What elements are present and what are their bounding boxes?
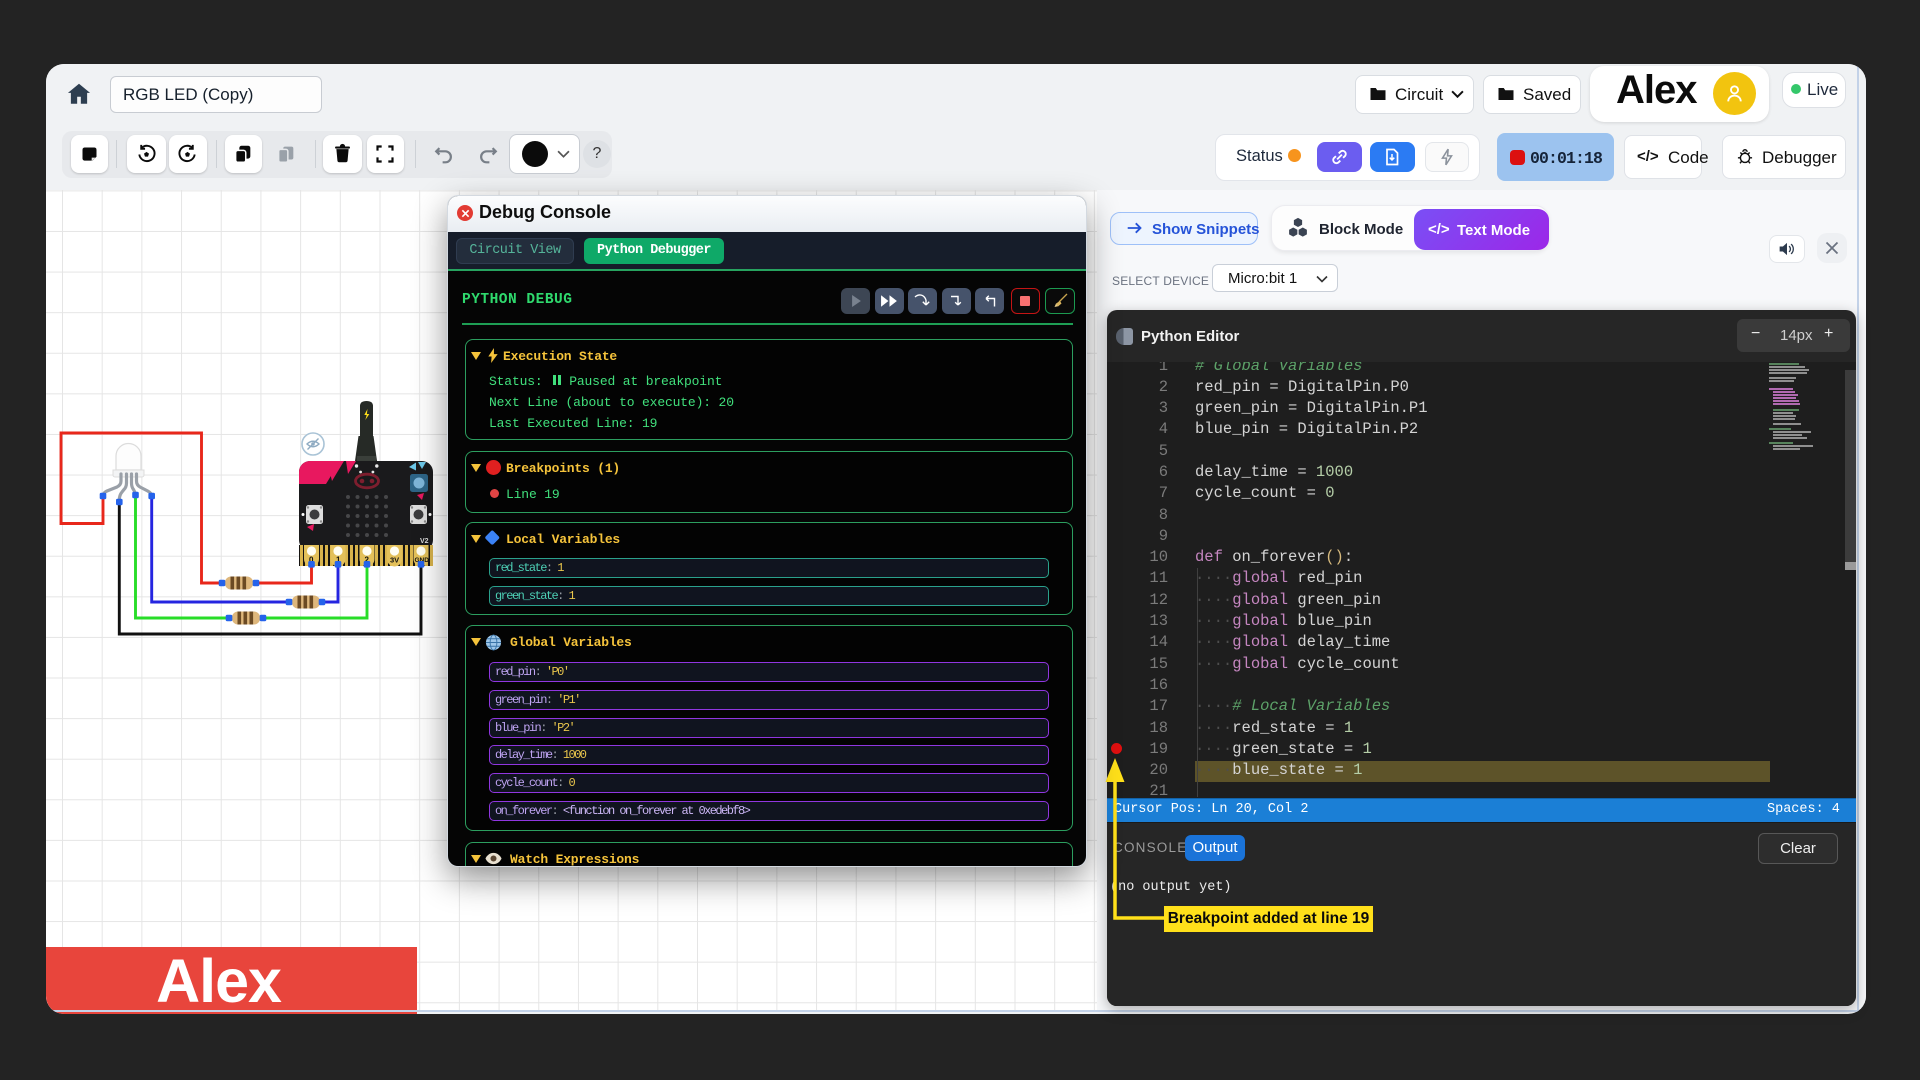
svg-text:V2: V2 (420, 538, 429, 545)
svg-text:3V: 3V (390, 556, 399, 565)
